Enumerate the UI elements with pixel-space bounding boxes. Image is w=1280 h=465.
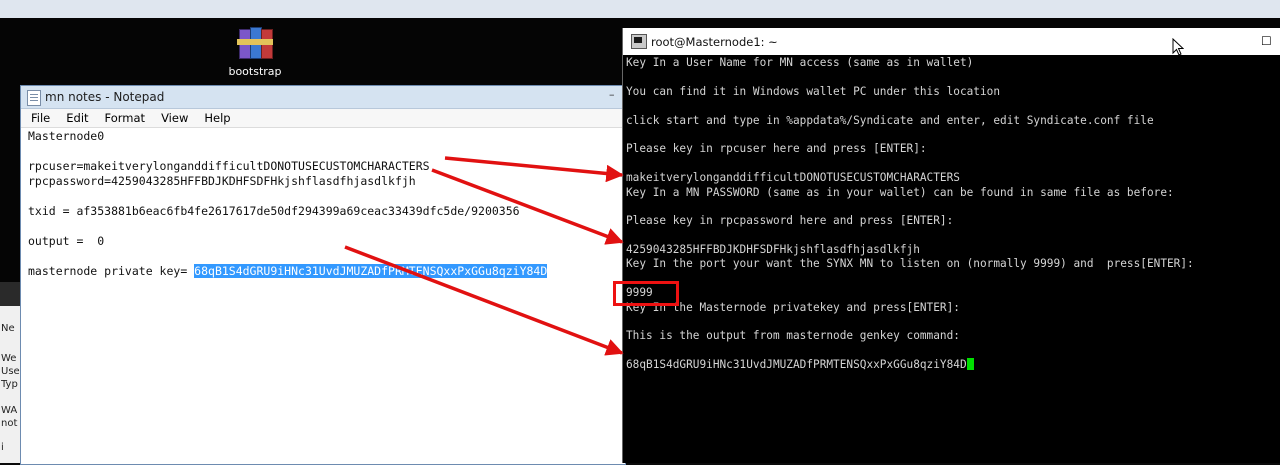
annotation-arrows [344,156,624,356]
arrow-rpcpassword [431,168,624,245]
arrow-privkey [344,245,624,356]
arrow-rpcuser [444,156,624,183]
